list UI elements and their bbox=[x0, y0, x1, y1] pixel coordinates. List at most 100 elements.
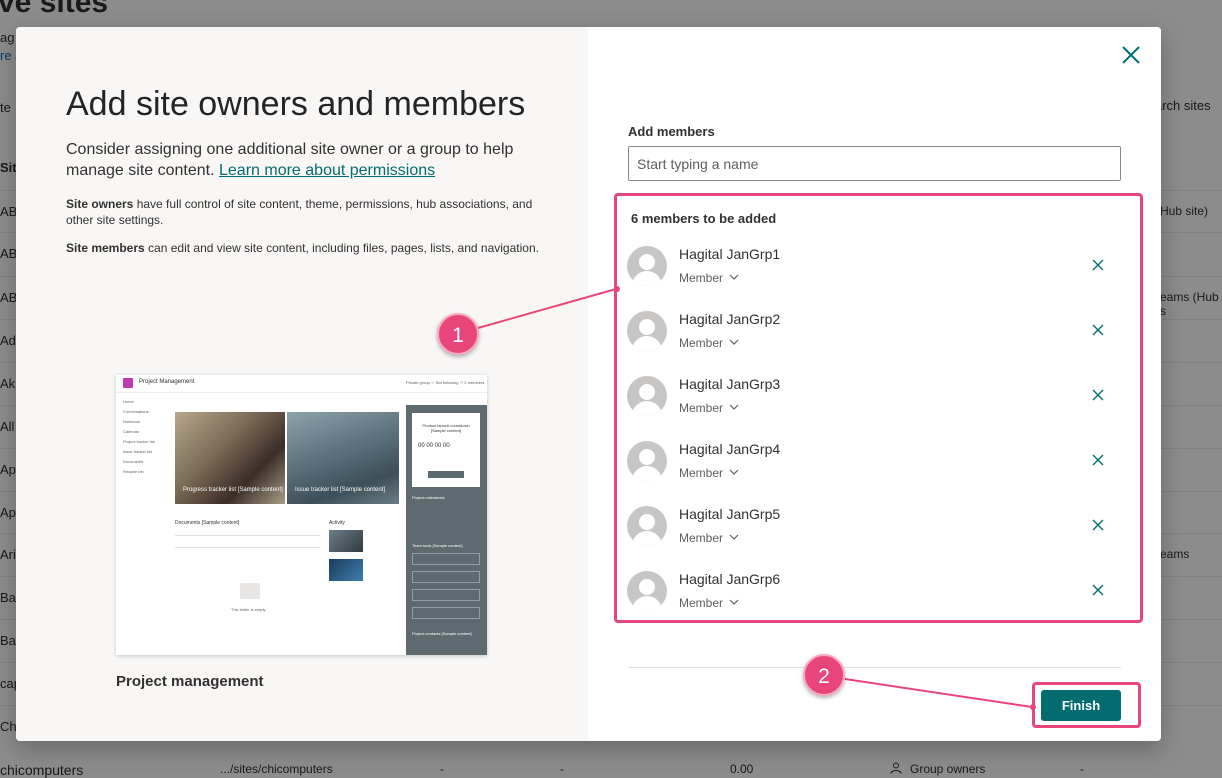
member-role-label: Member bbox=[679, 596, 724, 610]
preview-site-meta: Private group ☆ Not following ⚇ 2 member… bbox=[406, 380, 485, 385]
site-members-term: Site members bbox=[66, 241, 145, 255]
finish-button[interactable]: Finish bbox=[1041, 690, 1121, 721]
site-owners-term: Site owners bbox=[66, 197, 134, 211]
member-role-label: Member bbox=[679, 401, 724, 415]
preview-activity-thumb bbox=[329, 559, 363, 581]
preview-header: Project Management Private group ☆ Not f… bbox=[116, 375, 487, 393]
chevron-down-icon bbox=[729, 404, 739, 410]
callout-2: 2 bbox=[803, 654, 845, 696]
preview-site-logo bbox=[123, 378, 133, 388]
remove-icon bbox=[1092, 389, 1104, 401]
member-role-dropdown[interactable]: Member bbox=[679, 466, 739, 480]
preview-tile-progress: Progress tracker list [Sample content] bbox=[175, 412, 285, 504]
callout-1: 1 bbox=[437, 313, 479, 355]
remove-member-button[interactable] bbox=[1090, 582, 1106, 598]
preview-side-panel: Product launch countdown [Sample content… bbox=[406, 405, 487, 655]
chevron-down-icon bbox=[729, 469, 739, 475]
remove-member-button[interactable] bbox=[1090, 452, 1106, 468]
member-role-dropdown[interactable]: Member bbox=[679, 531, 739, 545]
template-preview-image: Project Management Private group ☆ Not f… bbox=[116, 375, 487, 655]
chevron-down-icon bbox=[729, 534, 739, 540]
add-members-dialog: Add site owners and members Consider ass… bbox=[16, 27, 1161, 741]
member-item: Hagital JanGrp4 Member bbox=[627, 437, 1137, 497]
dialog-description: Consider assigning one additional site o… bbox=[66, 139, 546, 181]
member-item: Hagital JanGrp2 Member bbox=[627, 307, 1137, 367]
preview-empty-text: This folder is empty bbox=[231, 607, 266, 612]
preview-tile-issue-label: Issue tracker list [Sample content] bbox=[295, 487, 386, 493]
remove-icon bbox=[1092, 324, 1104, 336]
remove-icon bbox=[1092, 259, 1104, 271]
person-avatar-icon bbox=[627, 571, 667, 611]
preview-countdown-card: Product launch countdown [Sample content… bbox=[412, 413, 480, 487]
remove-member-button[interactable] bbox=[1090, 517, 1106, 533]
preview-tool-box bbox=[412, 571, 480, 583]
preview-event-button bbox=[428, 471, 464, 478]
chevron-down-icon bbox=[729, 274, 739, 280]
person-avatar-icon bbox=[627, 246, 667, 286]
member-role-dropdown[interactable]: Member bbox=[679, 401, 739, 415]
dialog-heading: Add site owners and members bbox=[66, 85, 526, 123]
members-count: 6 members to be added bbox=[631, 211, 777, 226]
member-item: Hagital JanGrp5 Member bbox=[627, 502, 1137, 562]
dialog-form-panel: Add members 6 members to be added Hagita… bbox=[588, 27, 1161, 741]
preview-empty-folder-icon bbox=[240, 583, 260, 599]
preview-navigation: Home Conversations Notebook Calendar Project… bbox=[123, 397, 155, 477]
member-name: Hagital JanGrp2 bbox=[679, 311, 781, 327]
preview-nav-item: Documents bbox=[123, 459, 144, 464]
preview-nav-item: Notebook bbox=[123, 419, 141, 424]
site-members-info: Site members can edit and view site cont… bbox=[66, 240, 546, 256]
person-avatar-icon bbox=[627, 376, 667, 416]
preview-nav-item: Project tracker list bbox=[123, 439, 155, 444]
add-members-input[interactable] bbox=[628, 146, 1121, 181]
learn-more-link[interactable]: Learn more about permissions bbox=[219, 162, 435, 179]
remove-icon bbox=[1092, 454, 1104, 466]
person-avatar-icon bbox=[627, 506, 667, 546]
preview-tool-box bbox=[412, 553, 480, 565]
member-name: Hagital JanGrp1 bbox=[679, 246, 781, 262]
preview-countdown-value: 00 00 00 00 bbox=[418, 443, 450, 449]
site-members-text: can edit and view site content, includin… bbox=[148, 241, 539, 255]
add-members-label: Add members bbox=[628, 124, 715, 139]
preview-activity-thumb bbox=[329, 530, 363, 552]
preview-divider bbox=[175, 547, 320, 548]
preview-tool-box bbox=[412, 589, 480, 601]
remove-member-button[interactable] bbox=[1090, 322, 1106, 338]
member-item: Hagital JanGrp6 Member bbox=[627, 567, 1137, 627]
members-list-highlight: 6 members to be added Hagital JanGrp1 Mem… bbox=[614, 193, 1143, 623]
preview-site-title: Project Management bbox=[139, 379, 195, 385]
preview-nav-item: Conversations bbox=[123, 409, 149, 414]
member-role-dropdown[interactable]: Member bbox=[679, 271, 739, 285]
preview-tile-issue: Issue tracker list [Sample content] bbox=[287, 412, 399, 504]
close-button[interactable] bbox=[1119, 43, 1143, 67]
preview-team-tools-title: Team tools [Sample content] bbox=[412, 543, 463, 548]
site-owners-info: Site owners have full control of site co… bbox=[66, 196, 546, 228]
member-name: Hagital JanGrp4 bbox=[679, 441, 781, 457]
preview-tool-box bbox=[412, 607, 480, 619]
footer-divider bbox=[628, 667, 1121, 668]
member-role-dropdown[interactable]: Member bbox=[679, 336, 739, 350]
person-avatar-icon bbox=[627, 441, 667, 481]
template-name: Project management bbox=[116, 673, 264, 690]
member-role-label: Member bbox=[679, 336, 724, 350]
preview-divider bbox=[175, 535, 320, 536]
remove-member-button[interactable] bbox=[1090, 387, 1106, 403]
preview-nav-item: Home bbox=[123, 399, 134, 404]
remove-icon bbox=[1092, 519, 1104, 531]
preview-nav-item: Issue tracker list bbox=[123, 449, 152, 454]
preview-tile-progress-label: Progress tracker list [Sample content] bbox=[183, 487, 283, 493]
remove-member-button[interactable] bbox=[1090, 257, 1106, 273]
member-name: Hagital JanGrp5 bbox=[679, 506, 781, 522]
member-name: Hagital JanGrp6 bbox=[679, 571, 781, 587]
chevron-down-icon bbox=[729, 339, 739, 345]
dialog-info-panel: Add site owners and members Consider ass… bbox=[16, 27, 588, 741]
member-item: Hagital JanGrp1 Member bbox=[627, 242, 1137, 302]
member-role-dropdown[interactable]: Member bbox=[679, 596, 739, 610]
person-avatar-icon bbox=[627, 311, 667, 351]
close-icon bbox=[1122, 46, 1140, 64]
preview-documents-title: Documents [Sample content] bbox=[175, 520, 240, 526]
member-name: Hagital JanGrp3 bbox=[679, 376, 781, 392]
remove-icon bbox=[1092, 584, 1104, 596]
site-owners-text: have full control of site content, theme… bbox=[66, 197, 533, 227]
member-role-label: Member bbox=[679, 271, 724, 285]
preview-countdown-title: Product launch countdown [Sample content… bbox=[422, 423, 470, 433]
